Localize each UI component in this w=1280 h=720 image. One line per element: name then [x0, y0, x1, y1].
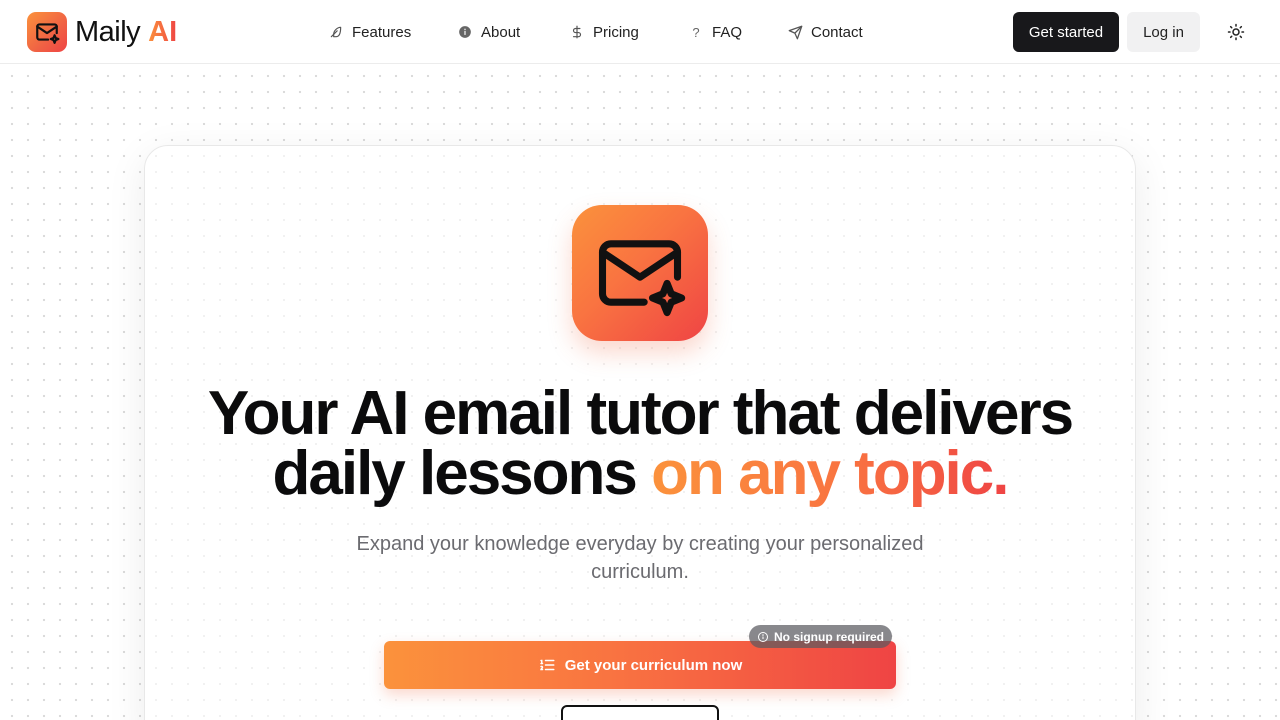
nav-contact[interactable]: Contact — [787, 20, 863, 44]
info-icon — [457, 24, 473, 40]
nav-features[interactable]: Features — [328, 20, 411, 44]
badge-label: No signup required — [773, 629, 884, 644]
get-started-button[interactable]: Get started — [1013, 12, 1119, 52]
hero-headline: Your AI email tutor that delivers daily … — [150, 379, 1130, 505]
secondary-action-button[interactable] — [561, 705, 719, 720]
nav-faq[interactable]: ? FAQ — [688, 20, 742, 44]
hero-subtitle: Expand your knowledge everyday by creati… — [356, 533, 924, 583]
theme-toggle-button[interactable] — [1220, 16, 1252, 48]
brand-ai-label: AI — [148, 15, 178, 48]
nav-label: FAQ — [712, 23, 743, 41]
no-signup-badge: No signup required — [749, 625, 892, 648]
sun-icon — [1227, 23, 1245, 41]
brand-name: Maily — [75, 15, 141, 48]
cta-label: Get your curriculum now — [564, 656, 743, 674]
send-icon — [787, 24, 803, 40]
dollar-icon — [569, 24, 585, 40]
mail-sparkle-icon — [572, 205, 708, 341]
question-icon: ? — [692, 24, 700, 40]
feather-icon — [328, 24, 344, 40]
brand-logo-link[interactable]: Maily AI — [27, 12, 177, 52]
headline-line-1: Your AI email tutor that delivers — [207, 379, 1074, 448]
headline-plain: daily lessons — [272, 439, 637, 508]
nav-pricing[interactable]: Pricing — [569, 20, 639, 44]
nav-label: Features — [352, 23, 412, 41]
nav-label: About — [481, 23, 521, 41]
login-button[interactable]: Log in — [1127, 12, 1200, 52]
nav-label: Contact — [811, 23, 863, 41]
list-ordered-icon — [538, 656, 556, 674]
headline-line-2: daily lessons on any topic. — [150, 443, 1130, 505]
nav-about[interactable]: About — [457, 20, 520, 44]
top-navbar: Maily AI Features About Pricing ? FAQ Co… — [0, 0, 1280, 64]
get-curriculum-button[interactable]: Get your curriculum now — [384, 641, 896, 689]
info-circle-icon — [757, 631, 769, 643]
headline-accent: on any topic. — [651, 439, 1009, 508]
nav-label: Pricing — [593, 23, 639, 41]
mail-sparkle-icon — [27, 12, 67, 52]
